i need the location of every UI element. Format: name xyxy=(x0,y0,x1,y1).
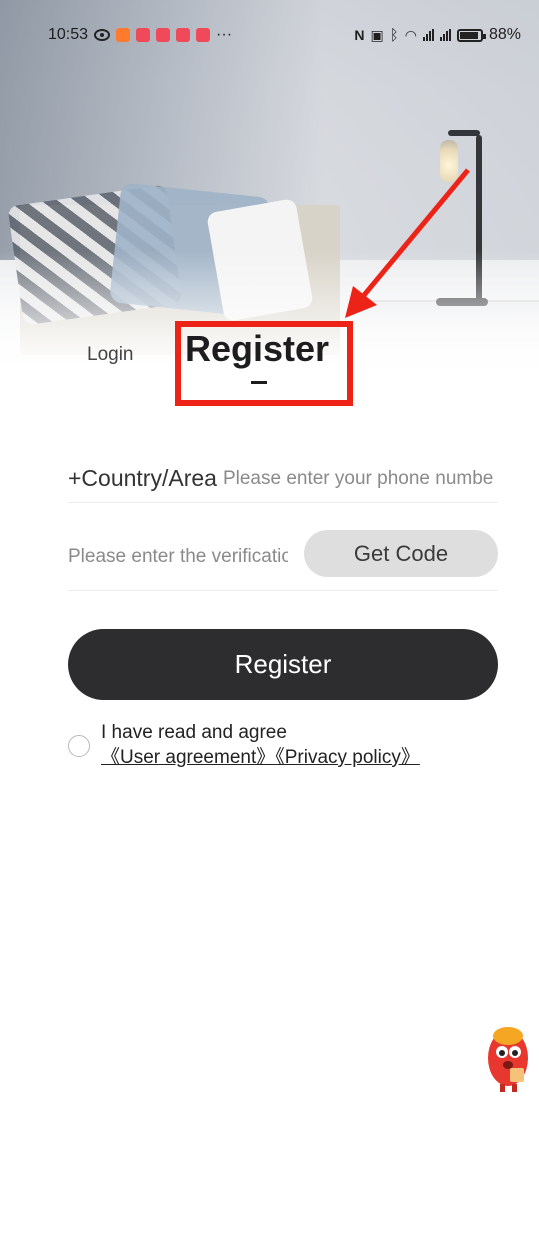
agree-checkbox[interactable] xyxy=(68,735,90,757)
verification-code-input[interactable] xyxy=(68,546,288,568)
mascot-icon[interactable] xyxy=(470,1018,536,1096)
user-agreement-link[interactable]: 《User agreement》 xyxy=(101,747,275,768)
agreement-prefix: I have read and agree xyxy=(101,722,287,743)
agreement-text: I have read and agree 《User agreement》《Pr… xyxy=(101,720,461,770)
phone-row: +Country/Area xyxy=(68,455,498,503)
verification-row: Get Code xyxy=(68,530,498,591)
country-area-selector[interactable]: +Country/Area xyxy=(68,465,217,492)
phone-input[interactable] xyxy=(222,467,493,490)
get-code-button[interactable]: Get Code xyxy=(304,530,498,577)
register-button[interactable]: Register xyxy=(68,629,498,700)
privacy-policy-link[interactable]: 《Privacy policy》 xyxy=(275,747,420,768)
annotation-arrow xyxy=(345,168,470,318)
